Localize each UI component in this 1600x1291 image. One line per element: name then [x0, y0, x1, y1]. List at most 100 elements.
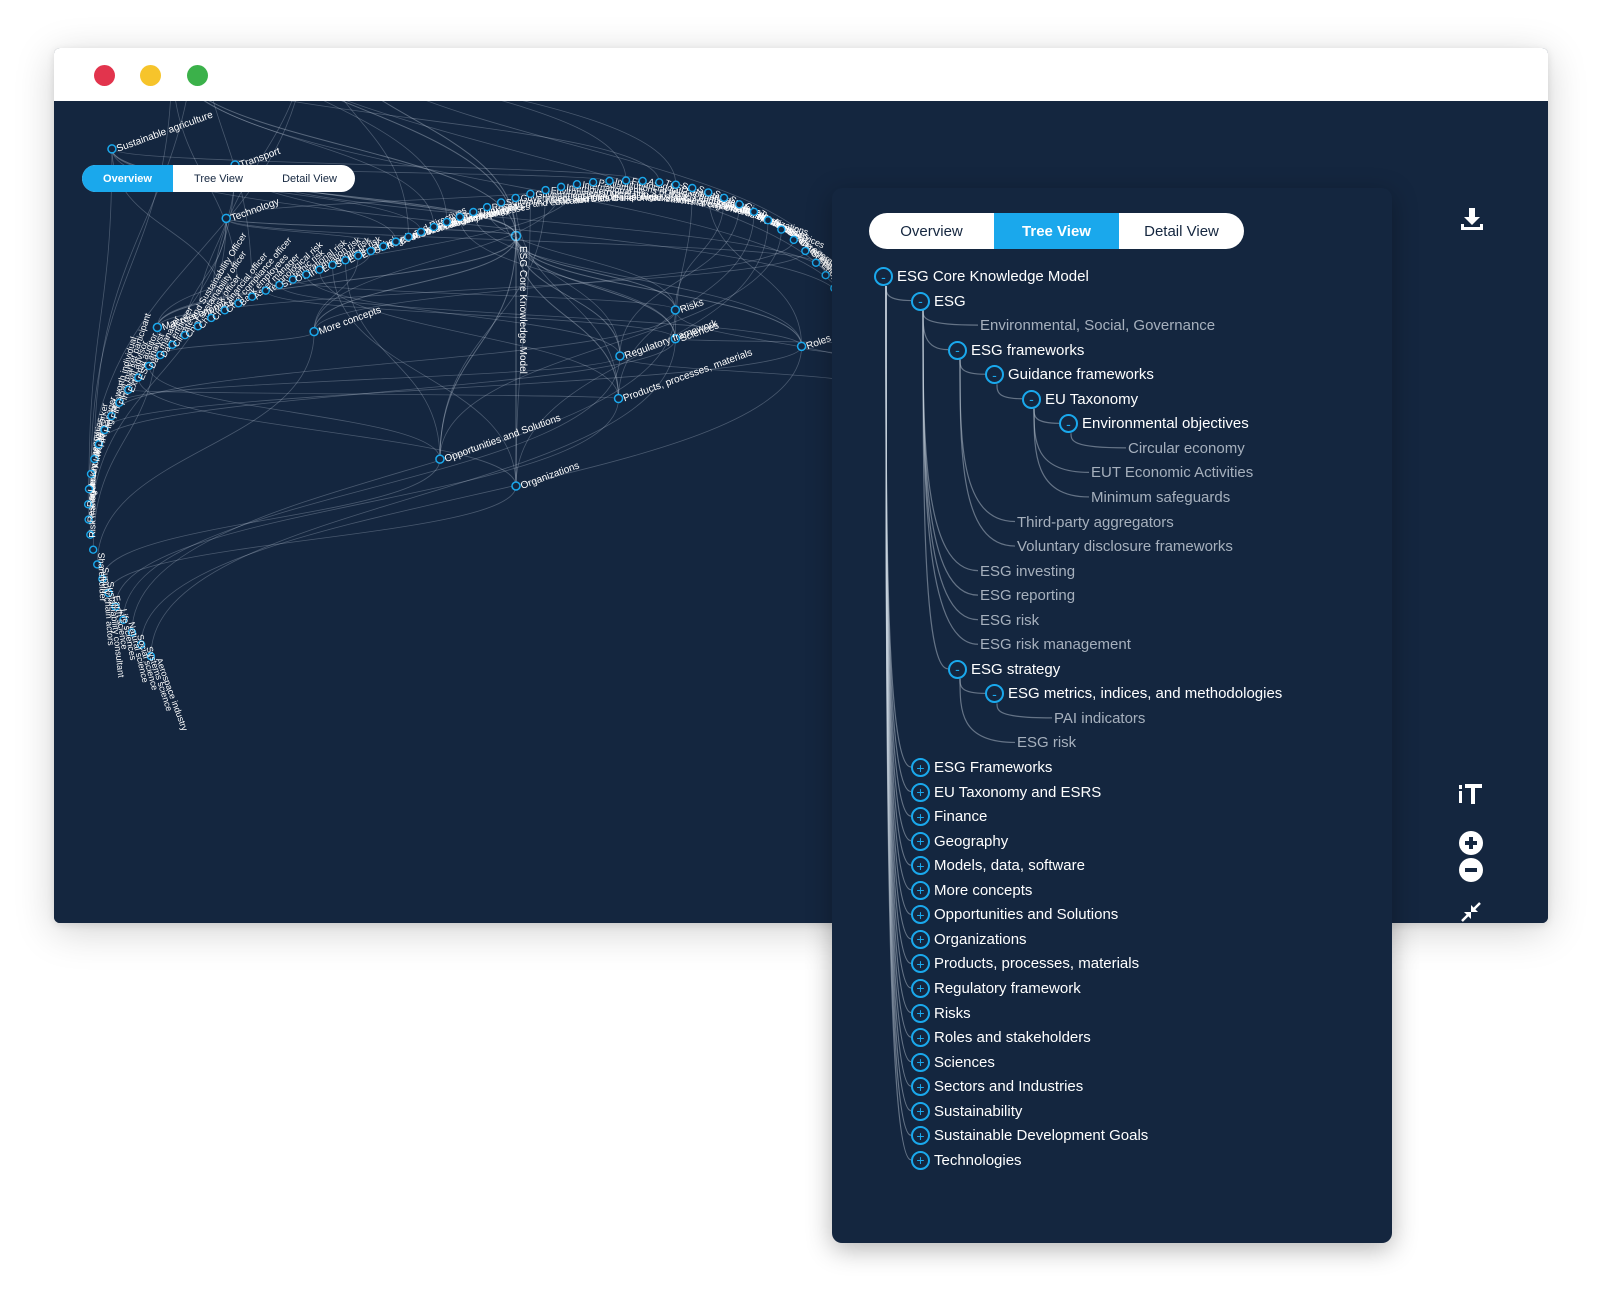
- tree-node[interactable]: ESG reporting: [980, 583, 1075, 608]
- download-icon[interactable]: [1455, 202, 1489, 236]
- branch-node[interactable]: [107, 144, 117, 154]
- tree-node[interactable]: + ESG Frameworks: [911, 755, 1052, 780]
- tree-node[interactable]: Minimum safeguards: [1091, 485, 1230, 510]
- tree-node[interactable]: PAI indicators: [1054, 706, 1145, 731]
- tree-node[interactable]: - Guidance frameworks: [985, 362, 1154, 387]
- close-window-button[interactable]: [94, 65, 115, 86]
- tab-overview[interactable]: Overview: [82, 165, 173, 192]
- expand-node-icon[interactable]: +: [911, 807, 930, 827]
- expand-node-icon[interactable]: +: [911, 905, 930, 925]
- tree-node[interactable]: + Organizations: [911, 927, 1027, 952]
- leaf-node[interactable]: [671, 180, 681, 189]
- branch-node-label[interactable]: Opportunities and Solutions: [443, 413, 562, 465]
- leaf-node[interactable]: [496, 198, 506, 207]
- branch-node[interactable]: [670, 305, 681, 315]
- tree-node[interactable]: + Regulatory framework: [911, 976, 1081, 1001]
- zoom-in-icon[interactable]: [1456, 828, 1486, 858]
- leaf-node[interactable]: [688, 183, 697, 193]
- leaf-node[interactable]: [621, 176, 631, 185]
- branch-node[interactable]: [796, 341, 807, 352]
- branch-node[interactable]: [309, 326, 319, 337]
- tree-node[interactable]: + Finance: [911, 804, 987, 829]
- tree-node[interactable]: + Geography: [911, 829, 1008, 854]
- expand-node-icon[interactable]: +: [911, 856, 930, 876]
- leaf-node[interactable]: [572, 180, 582, 189]
- leaf-node[interactable]: [735, 200, 744, 209]
- tab-detail-view[interactable]: Detail View: [1119, 213, 1244, 249]
- tree-node[interactable]: + Roles and stakeholders: [911, 1025, 1091, 1050]
- branch-node[interactable]: [152, 322, 163, 333]
- leaf-node[interactable]: [777, 225, 786, 234]
- tree-node[interactable]: + More concepts: [911, 878, 1032, 903]
- zoom-out-icon[interactable]: [1456, 855, 1486, 885]
- text-size-icon[interactable]: [1454, 777, 1488, 811]
- tab-detail-view[interactable]: Detail View: [264, 165, 355, 192]
- tree-node[interactable]: + Sectors and Industries: [911, 1074, 1083, 1099]
- tree-node[interactable]: + Sciences: [911, 1050, 995, 1075]
- tree-node[interactable]: - Environmental objectives: [1059, 411, 1249, 436]
- collapse-node-icon[interactable]: -: [948, 340, 967, 360]
- expand-node-icon[interactable]: +: [911, 831, 930, 851]
- collapse-node-icon[interactable]: -: [985, 684, 1004, 704]
- tab-tree-view[interactable]: Tree View: [994, 213, 1119, 249]
- leaf-node[interactable]: [719, 193, 729, 203]
- leaf-node[interactable]: [455, 212, 465, 222]
- leaf-node[interactable]: [511, 193, 520, 203]
- tree-node[interactable]: + Products, processes, materials: [911, 951, 1139, 976]
- collapse-node-icon[interactable]: -: [1022, 389, 1041, 409]
- leaf-node[interactable]: [638, 176, 647, 186]
- expand-node-icon[interactable]: +: [911, 758, 930, 777]
- tree-node[interactable]: Third-party aggregators: [1017, 510, 1174, 535]
- tab-tree-view[interactable]: Tree View: [173, 165, 264, 192]
- expand-node-icon[interactable]: +: [911, 880, 930, 900]
- collapse-node-icon[interactable]: -: [874, 267, 893, 286]
- tree-node[interactable]: ESG risk: [1017, 730, 1076, 755]
- tree-node[interactable]: EUT Economic Activities: [1091, 460, 1253, 485]
- branch-node[interactable]: [511, 481, 521, 491]
- maximize-window-button[interactable]: [187, 65, 208, 86]
- leaf-node[interactable]: [482, 202, 492, 212]
- leaf-node[interactable]: [789, 235, 798, 245]
- leaf-node[interactable]: [588, 178, 598, 187]
- leaf-node[interactable]: [749, 207, 759, 216]
- leaf-node[interactable]: [526, 189, 535, 199]
- leaf-node[interactable]: [442, 217, 451, 227]
- tree-node[interactable]: + Sustainability: [911, 1099, 1022, 1124]
- expand-node-icon[interactable]: +: [911, 1150, 930, 1170]
- leaf-node[interactable]: [763, 216, 773, 225]
- tree-node[interactable]: ESG risk: [980, 608, 1039, 633]
- expand-node-icon[interactable]: +: [911, 954, 930, 974]
- collapse-node-icon[interactable]: -: [985, 365, 1004, 385]
- expand-node-icon[interactable]: +: [911, 1052, 930, 1072]
- tree-node[interactable]: - ESG metrics, indices, and methodologies: [985, 681, 1282, 706]
- leaf-node[interactable]: [89, 545, 98, 554]
- collapse-node-icon[interactable]: -: [1059, 414, 1078, 434]
- tree-node[interactable]: - EU Taxonomy: [1022, 387, 1138, 412]
- tree-node[interactable]: + EU Taxonomy and ESRS: [911, 780, 1101, 805]
- tree-node[interactable]: ESG risk management: [980, 632, 1131, 657]
- collapse-node-icon[interactable]: -: [948, 659, 967, 679]
- leaf-node[interactable]: [821, 270, 830, 280]
- tree-node[interactable]: + Models, data, software: [911, 853, 1085, 878]
- tree-node[interactable]: - ESG Core Knowledge Model: [874, 264, 1089, 289]
- leaf-node[interactable]: [811, 258, 821, 267]
- expand-node-icon[interactable]: +: [911, 782, 930, 802]
- expand-node-icon[interactable]: +: [911, 978, 930, 998]
- tree-node[interactable]: ESG investing: [980, 559, 1075, 584]
- leaf-node[interactable]: [605, 176, 614, 186]
- expand-node-icon[interactable]: +: [911, 929, 930, 949]
- expand-node-icon[interactable]: +: [911, 1126, 930, 1146]
- expand-node-icon[interactable]: +: [911, 1101, 930, 1121]
- leaf-node[interactable]: [655, 178, 664, 187]
- leaf-node[interactable]: [541, 185, 550, 195]
- tree-node[interactable]: Circular economy: [1128, 436, 1245, 461]
- leaf-node[interactable]: [704, 188, 713, 197]
- branch-node-label[interactable]: Organizations: [519, 460, 581, 491]
- tree-node[interactable]: Environmental, Social, Governance: [980, 313, 1215, 338]
- tree-node[interactable]: + Risks: [911, 1001, 971, 1026]
- expand-node-icon[interactable]: +: [911, 1028, 930, 1048]
- collapse-arrows-icon[interactable]: [1456, 897, 1486, 923]
- leaf-node[interactable]: [469, 207, 478, 217]
- expand-node-icon[interactable]: +: [911, 1077, 930, 1097]
- branch-node[interactable]: [221, 213, 231, 224]
